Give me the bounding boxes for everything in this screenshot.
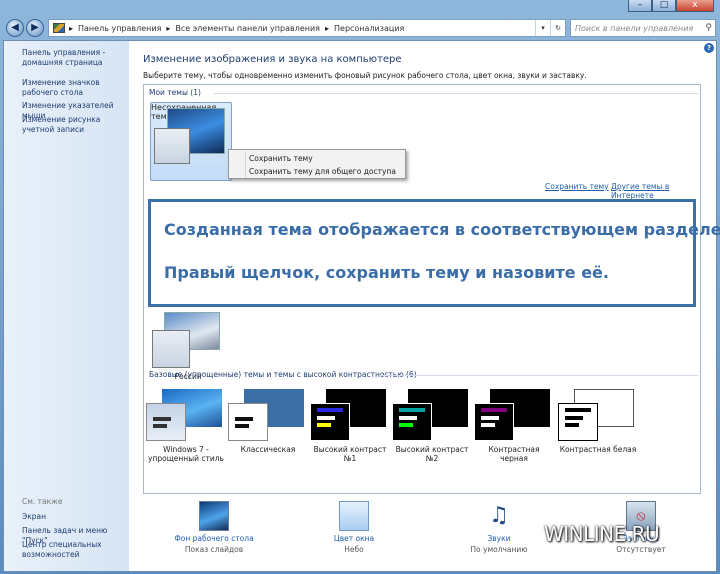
search-placeholder: Поиск в панели управления xyxy=(575,24,694,33)
context-menu: Сохранить тему Сохранить тему для общего… xyxy=(228,149,406,179)
save-theme-link[interactable]: Сохранить тему xyxy=(545,182,609,191)
see-also-heading: См. также xyxy=(22,497,63,506)
theme-tile-high-contrast-2[interactable]: Высокий контраст №2 xyxy=(392,389,472,469)
window-color-link[interactable]: Цвет окна xyxy=(299,534,409,543)
more-themes-link[interactable]: Другие темы в Интернете xyxy=(611,182,700,200)
breadcrumb-separator: ▸ xyxy=(69,23,74,33)
theme-window-preview xyxy=(228,403,268,441)
sidebar: Панель управления - домашняя страница Из… xyxy=(4,41,129,571)
basic-themes-heading: Базовые (упрощенные) темы и темы с высок… xyxy=(149,370,417,379)
theme-name: Windows 7 - упрощенный стиль xyxy=(148,445,224,463)
refresh-icon[interactable]: ↻ xyxy=(550,20,565,36)
address-tail: ▾ ↻ xyxy=(535,20,565,36)
my-themes-heading: Мои темы (1) xyxy=(149,88,201,97)
window-frame: – □ x ◀ ▶ ▸ Панель управления ▸ Все элем… xyxy=(0,0,720,574)
theme-window-preview xyxy=(146,403,186,441)
sidebar-link-account-picture[interactable]: Изменение рисунка учетной записи xyxy=(22,115,122,135)
breadcrumb-item[interactable]: Все элементы панели управления xyxy=(175,24,320,33)
theme-window-preview xyxy=(152,330,190,368)
back-button[interactable]: ◀ xyxy=(6,19,24,37)
window-color-item[interactable]: Цвет окна Небо xyxy=(299,501,409,554)
divider xyxy=(214,93,698,94)
forward-button[interactable]: ▶ xyxy=(26,19,44,37)
content-area: Панель управления - домашняя страница Из… xyxy=(3,40,720,572)
close-button[interactable]: x xyxy=(676,0,714,12)
theme-window-preview xyxy=(310,403,350,441)
address-dropdown-icon[interactable]: ▾ xyxy=(535,20,550,36)
title-bar: – □ x xyxy=(0,0,720,16)
sounds-value: По умолчанию xyxy=(470,545,528,554)
breadcrumb-separator: ▸ xyxy=(166,23,171,33)
theme-tile-contrast-black[interactable]: Контрастная черная xyxy=(474,389,554,469)
menu-item-save-theme[interactable]: Сохранить тему xyxy=(229,152,405,165)
window-color-icon xyxy=(339,501,369,531)
sidebar-link-desktop-icons[interactable]: Изменение значков рабочего стола xyxy=(22,78,128,98)
breadcrumb-item[interactable]: Персонализация xyxy=(334,24,404,33)
theme-tile-classic[interactable]: Классическая xyxy=(228,389,308,469)
theme-name: Контрастная черная xyxy=(488,445,540,463)
desktop-background-item[interactable]: Фон рабочего стола Показ слайдов xyxy=(159,501,269,554)
theme-window-preview xyxy=(154,128,190,164)
theme-tile-unsaved[interactable]: Несохраненная тема xyxy=(150,102,232,181)
theme-name: Высокий контраст №1 xyxy=(313,445,387,463)
sidebar-link-accessibility[interactable]: Центр специальных возможностей xyxy=(22,540,122,560)
theme-tile-windows7-basic[interactable]: Windows 7 - упрощенный стиль xyxy=(146,389,226,469)
theme-name: Классическая xyxy=(240,445,296,454)
annotation-box: Созданная тема отображается в соответств… xyxy=(148,199,720,307)
navigation-bar: ◀ ▶ ▸ Панель управления ▸ Все элементы п… xyxy=(0,16,720,40)
music-note-icon: ♫ xyxy=(489,503,509,528)
annotation-line-2: Правый щелчок, сохранить тему и назовите… xyxy=(164,263,609,282)
theme-window-preview xyxy=(392,403,432,441)
page-subtitle: Выберите тему, чтобы одновременно измени… xyxy=(143,71,587,80)
desktop-background-link[interactable]: Фон рабочего стола xyxy=(159,534,269,543)
control-panel-icon xyxy=(53,23,65,33)
screensaver-value: Отсутствует xyxy=(616,545,666,554)
desktop-background-value: Показ слайдов xyxy=(184,545,244,554)
divider xyxy=(380,375,698,376)
sidebar-link-display[interactable]: Экран xyxy=(22,512,128,522)
theme-window-preview xyxy=(558,403,598,441)
help-icon[interactable]: ? xyxy=(704,43,714,53)
theme-name: Контрастная белая xyxy=(559,445,637,454)
sounds-link[interactable]: Звуки xyxy=(444,534,554,543)
annotation-line-1: Созданная тема отображается в соответств… xyxy=(164,220,720,239)
address-bar[interactable]: ▸ Панель управления ▸ Все элементы панел… xyxy=(48,19,566,37)
themes-panel: Мои темы (1) Несохраненная тема Сохранит… xyxy=(143,84,720,494)
breadcrumb-item[interactable]: Панель управления xyxy=(78,24,161,33)
maximize-button[interactable]: □ xyxy=(652,0,676,12)
theme-tile-contrast-white[interactable]: Контрастная белая xyxy=(558,389,638,469)
theme-tile-high-contrast-1[interactable]: Высокий контраст №1 xyxy=(310,389,390,469)
menu-item-save-theme-share[interactable]: Сохранить тему для общего доступа xyxy=(229,165,405,178)
desktop-background-icon xyxy=(199,501,229,531)
page-title: Изменение изображения и звука на компьют… xyxy=(143,54,402,65)
window-color-value: Небо xyxy=(344,545,364,554)
main-pane: ? Изменение изображения и звука на компь… xyxy=(129,41,720,571)
theme-window-preview xyxy=(474,403,514,441)
theme-name: Высокий контраст №2 xyxy=(395,445,469,463)
sounds-item[interactable]: ♫ Звуки По умолчанию xyxy=(444,501,554,554)
minimize-button[interactable]: – xyxy=(628,0,652,12)
breadcrumb-separator: ▸ xyxy=(324,23,329,33)
menu-gutter xyxy=(245,152,246,178)
watermark: WINLINE.RU xyxy=(544,522,660,546)
window-controls: – □ x xyxy=(628,0,714,12)
search-icon[interactable]: ⚲ xyxy=(705,23,712,33)
search-input[interactable]: Поиск в панели управления ⚲ xyxy=(570,19,716,37)
sidebar-link-home[interactable]: Панель управления - домашняя страница xyxy=(22,48,122,68)
